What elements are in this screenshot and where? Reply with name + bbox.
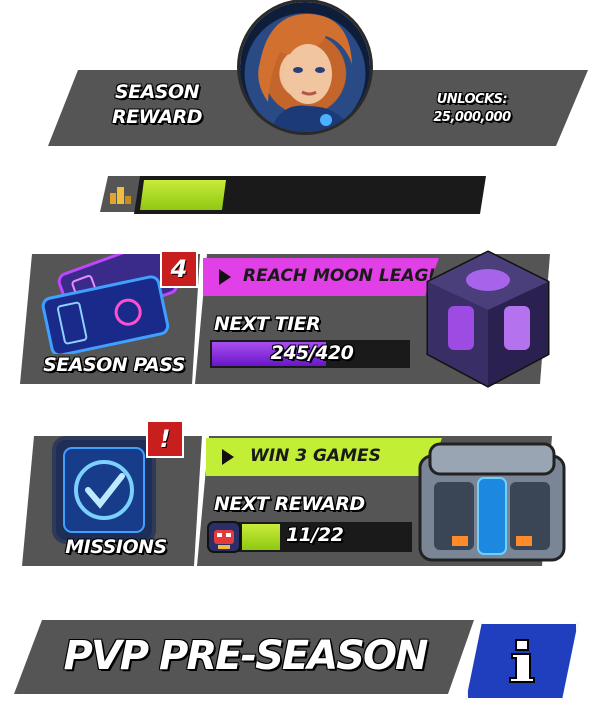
next-reward-label: NEXT REWARD bbox=[214, 493, 365, 515]
missions-goal-banner: WIN 3 GAMES bbox=[206, 438, 442, 476]
season-pass-count-badge: 4 bbox=[160, 250, 198, 288]
play-arrow-icon bbox=[219, 269, 231, 285]
play-arrow-icon bbox=[222, 449, 234, 465]
missions-label: MISSIONS bbox=[65, 536, 167, 558]
season-reward-title-line1: SEASON bbox=[114, 81, 200, 103]
pvp-season-title: PVP PRE-SEASON bbox=[63, 633, 429, 679]
avatar-portrait-icon bbox=[258, 13, 352, 132]
season-reward-title-line2: REWARD bbox=[112, 106, 203, 128]
season-pass-goal-banner: REACH MOON LEAGUE bbox=[203, 258, 439, 296]
podium-icon bbox=[110, 187, 131, 204]
missions-goal-text: WIN 3 GAMES bbox=[250, 446, 381, 466]
league-trophy-box bbox=[100, 176, 140, 212]
info-button[interactable] bbox=[466, 622, 578, 700]
season-pass-progress-text: 245/420 bbox=[270, 342, 354, 364]
season-progress-fill bbox=[140, 180, 226, 210]
season-pass-label: SEASON PASS bbox=[43, 354, 185, 376]
missions-alert-badge: ! bbox=[146, 420, 184, 458]
missions-progress-text: 11/22 bbox=[286, 524, 344, 546]
unlocks-value: 25,000,000 bbox=[433, 110, 511, 125]
missions-progress-fill bbox=[242, 524, 280, 550]
info-icon bbox=[508, 638, 536, 684]
robot-reward-icon bbox=[207, 521, 241, 553]
season-reward-title: SEASON REWARD bbox=[112, 80, 203, 130]
epic-cube-chest-icon bbox=[426, 250, 550, 388]
unlocks-label: UNLOCKS: bbox=[436, 92, 508, 107]
steel-chest-icon bbox=[418, 442, 566, 562]
unlocks-info: UNLOCKS: 25,000,000 bbox=[420, 91, 524, 127]
player-avatar[interactable] bbox=[240, 2, 370, 132]
next-tier-label: NEXT TIER bbox=[214, 313, 321, 335]
